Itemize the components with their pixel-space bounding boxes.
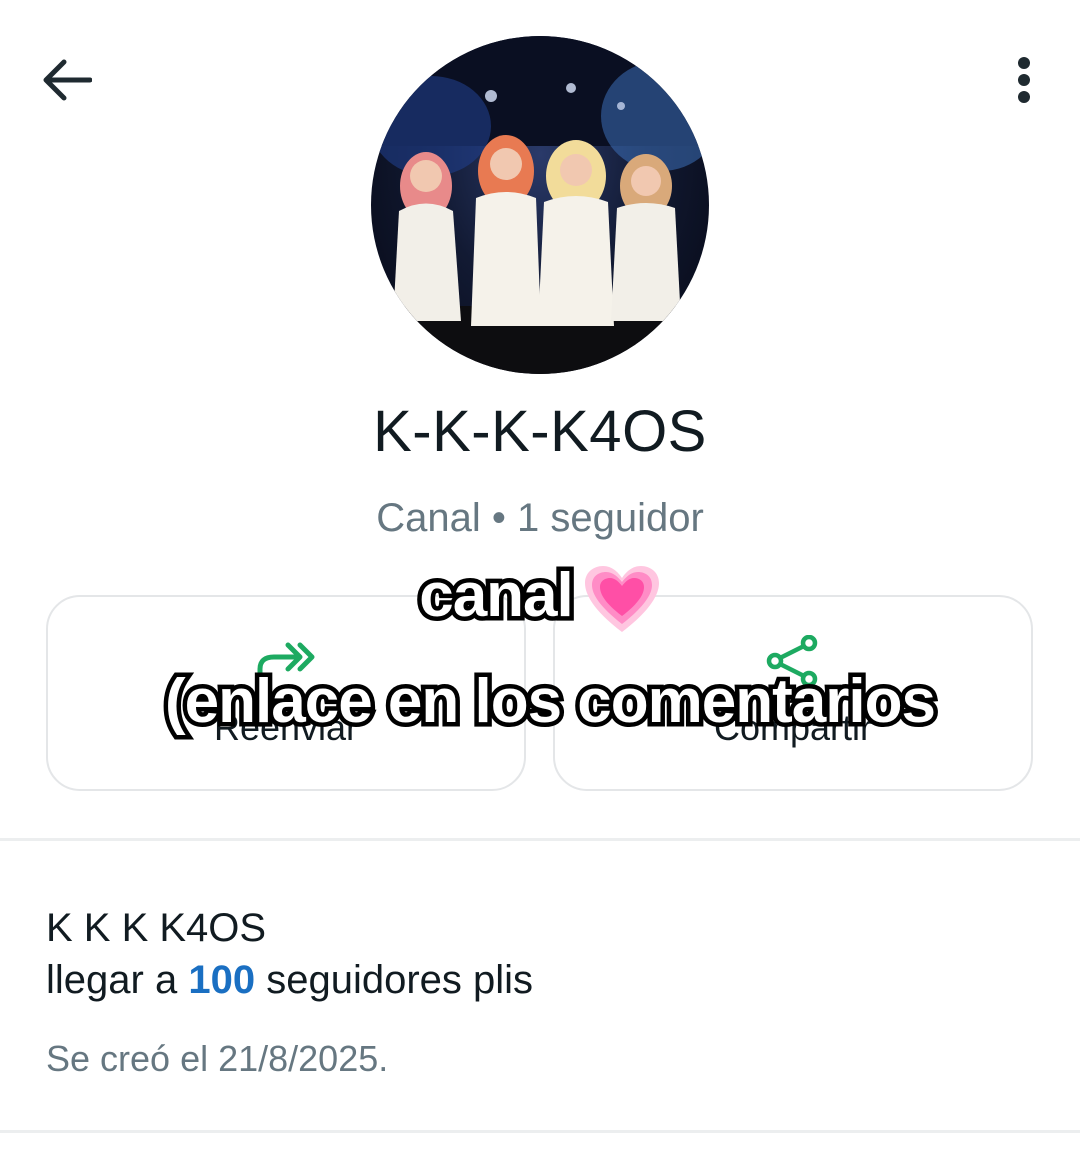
description-prefix: llegar a bbox=[46, 958, 178, 1002]
description-title: K K K K4OS bbox=[46, 906, 267, 950]
section-divider-bottom bbox=[0, 1130, 1080, 1133]
back-button[interactable] bbox=[36, 52, 96, 108]
forward-label: Reenviar bbox=[213, 707, 359, 748]
channel-type: Canal bbox=[376, 496, 481, 540]
channel-meta: Canal • 1 seguidor bbox=[0, 496, 1080, 541]
description-number: 100 bbox=[188, 958, 256, 1002]
section-divider bbox=[0, 838, 1080, 841]
avatar-photo bbox=[371, 36, 709, 374]
description-text: llegar a 100 seguidores plis bbox=[46, 958, 533, 1003]
channel-name: K-K-K-K4OS bbox=[373, 399, 707, 464]
forward-button[interactable]: Reenviar bbox=[46, 595, 526, 791]
share-icon bbox=[766, 635, 818, 687]
share-label: Compartir bbox=[713, 707, 873, 748]
share-button[interactable]: Compartir bbox=[553, 595, 1033, 791]
channel-avatar[interactable] bbox=[371, 36, 709, 374]
more-vertical-icon bbox=[1018, 57, 1030, 103]
meta-separator: • bbox=[491, 496, 506, 540]
description-suffix: seguidores plis bbox=[266, 958, 534, 1002]
follower-count: 1 seguidor bbox=[516, 496, 704, 540]
arrow-left-icon bbox=[43, 59, 92, 101]
forward-icon bbox=[257, 642, 315, 684]
more-options-button[interactable] bbox=[1004, 52, 1044, 108]
created-date: Se creó el 21/8/2025. bbox=[46, 1038, 389, 1079]
